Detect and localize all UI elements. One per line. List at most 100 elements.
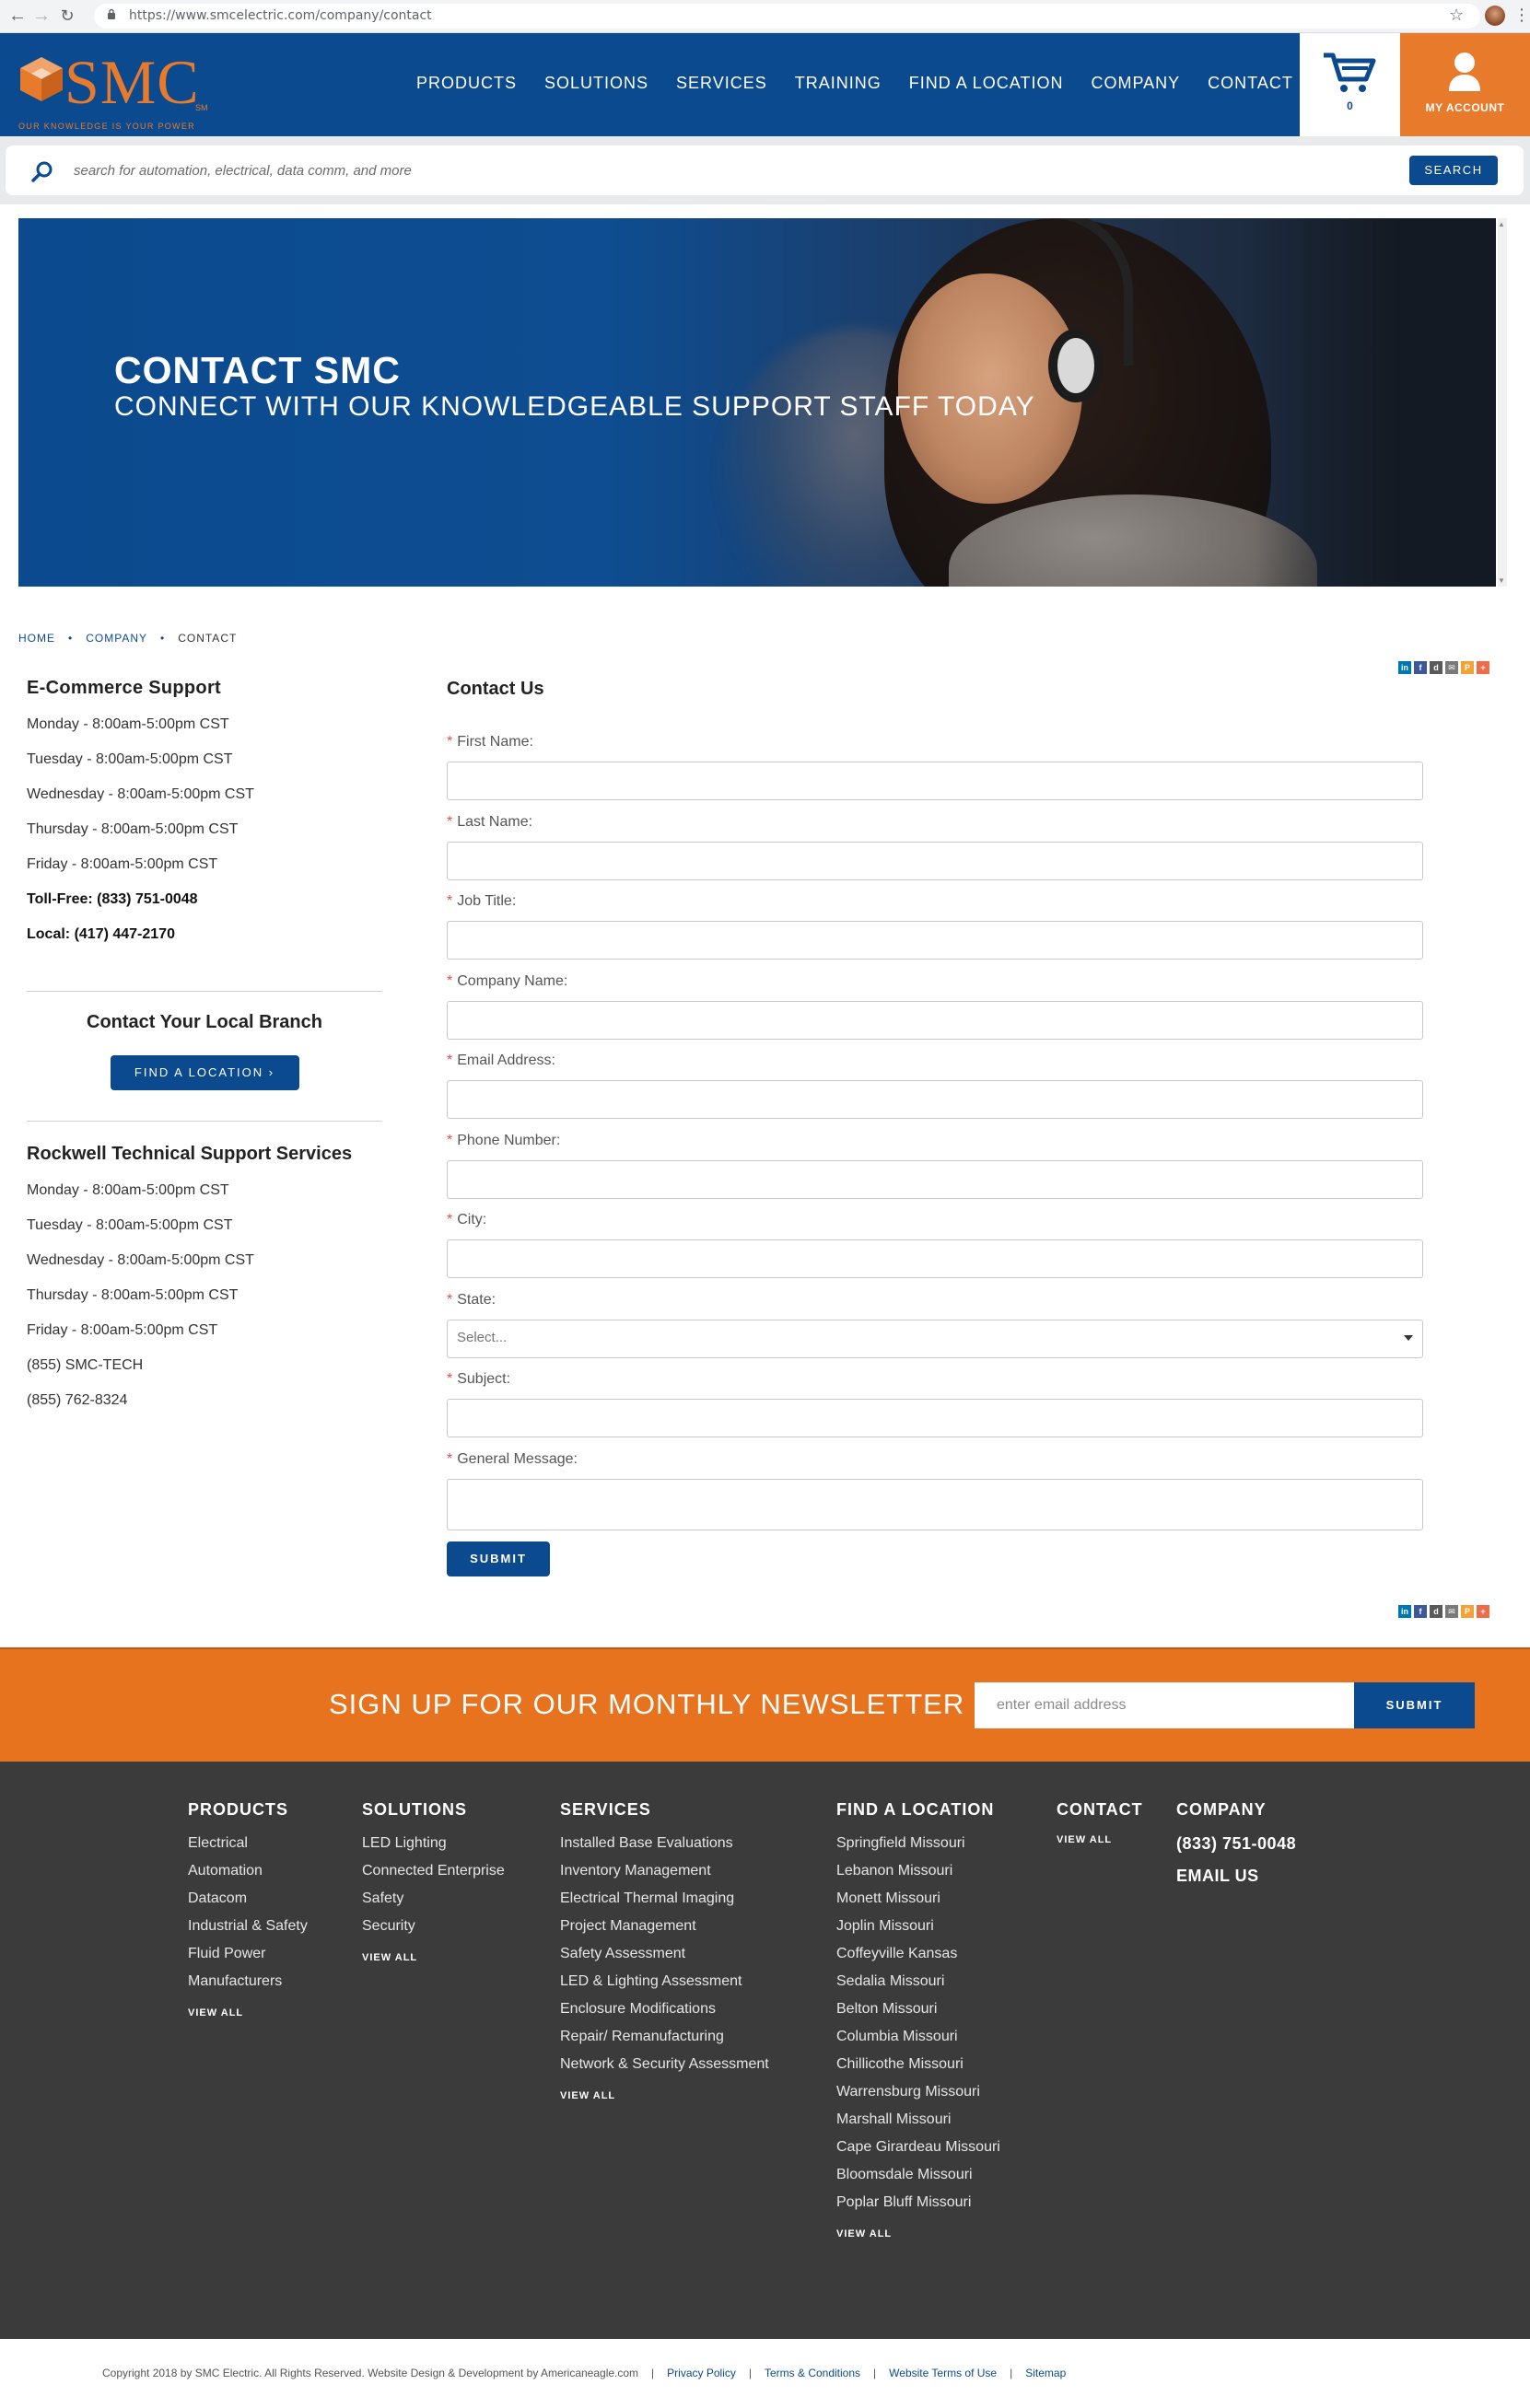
footer-heading[interactable]: SOLUTIONS bbox=[362, 1800, 505, 1820]
footer-heading[interactable]: COMPANY bbox=[1176, 1800, 1296, 1820]
footer-link[interactable]: Enclosure Modifications bbox=[560, 2000, 769, 2028]
browser-menu-icon[interactable]: ⋮ bbox=[1513, 6, 1530, 25]
company-name-input[interactable] bbox=[447, 1001, 1423, 1040]
footer-link[interactable]: Belton Missouri bbox=[836, 2000, 1000, 2028]
profile-avatar[interactable] bbox=[1485, 6, 1505, 26]
plus-icon[interactable]: + bbox=[1477, 1605, 1489, 1618]
footer-link[interactable]: Springfield Missouri bbox=[836, 1834, 1000, 1862]
job-title-input[interactable] bbox=[447, 921, 1423, 960]
rockwell-phone-number[interactable]: (855) 762-8324 bbox=[27, 1391, 395, 1426]
rockwell-phone-text[interactable]: (855) SMC-TECH bbox=[27, 1356, 395, 1391]
search-button[interactable]: SEARCH bbox=[1409, 156, 1498, 185]
footer-link[interactable]: Datacom bbox=[188, 1890, 308, 1917]
address-bar[interactable]: https://www.smcelectric.com/company/cont… bbox=[94, 4, 1480, 29]
view-all-link[interactable]: VIEW ALL bbox=[362, 1952, 505, 1963]
footer-link[interactable]: Monett Missouri bbox=[836, 1890, 1000, 1917]
view-all-link[interactable]: VIEW ALL bbox=[1057, 1834, 1143, 1845]
email-input[interactable] bbox=[447, 1080, 1423, 1119]
newsletter-email-input[interactable] bbox=[975, 1682, 1354, 1728]
footer-heading[interactable]: FIND A LOCATION bbox=[836, 1800, 1000, 1820]
my-account-button[interactable]: MY ACCOUNT bbox=[1400, 33, 1530, 136]
phone-input[interactable] bbox=[447, 1160, 1423, 1199]
footer-heading[interactable]: SERVICES bbox=[560, 1800, 769, 1820]
footer-link[interactable]: Coffeyville Kansas bbox=[836, 1945, 1000, 1972]
breadcrumb-home[interactable]: HOME bbox=[18, 632, 55, 645]
form-submit-button[interactable]: SUBMIT bbox=[447, 1541, 550, 1576]
forward-arrow-icon[interactable]: → bbox=[31, 6, 52, 26]
footer-link[interactable]: Manufacturers bbox=[188, 1972, 308, 2000]
footer-link[interactable]: Connected Enterprise bbox=[362, 1862, 505, 1890]
nav-company[interactable]: COMPANY bbox=[1091, 74, 1180, 93]
company-phone[interactable]: (833) 751-0048 bbox=[1176, 1834, 1296, 1854]
footer-heading[interactable]: CONTACT bbox=[1057, 1800, 1143, 1820]
footer-link[interactable]: Repair/ Remanufacturing bbox=[560, 2028, 769, 2055]
smc-logo[interactable]: SMC SM OUR KNOWLEDGE IS YOUR POWER bbox=[17, 47, 210, 131]
facebook-icon[interactable]: f bbox=[1414, 661, 1427, 674]
subject-input[interactable] bbox=[447, 1399, 1423, 1437]
footer-link[interactable]: Automation bbox=[188, 1862, 308, 1890]
footer-link[interactable]: Cape Girardeau Missouri bbox=[836, 2138, 1000, 2166]
footer-link[interactable]: LED & Lighting Assessment bbox=[560, 1972, 769, 2000]
nav-find-a-location[interactable]: FIND A LOCATION bbox=[909, 74, 1064, 93]
footer-link[interactable]: Warrensburg Missouri bbox=[836, 2083, 1000, 2111]
scroll-down-icon[interactable]: ▼ bbox=[1498, 576, 1505, 585]
print-icon[interactable]: P bbox=[1461, 1605, 1474, 1618]
nav-contact[interactable]: CONTACT bbox=[1208, 74, 1293, 93]
scroll-up-icon[interactable]: ▲ bbox=[1498, 220, 1505, 228]
footer-link[interactable]: LED Lighting bbox=[362, 1834, 505, 1862]
footer-link[interactable]: Network & Security Assessment bbox=[560, 2055, 769, 2083]
linkedin-icon[interactable]: in bbox=[1398, 661, 1411, 674]
footer-link[interactable]: Bloomsdale Missouri bbox=[836, 2166, 1000, 2193]
footer-heading[interactable]: PRODUCTS bbox=[188, 1800, 308, 1820]
local-phone[interactable]: Local: (417) 447-2170 bbox=[27, 925, 382, 960]
email-icon[interactable]: ✉ bbox=[1445, 1605, 1458, 1618]
delicious-icon[interactable]: d bbox=[1430, 1605, 1442, 1618]
plus-icon[interactable]: + bbox=[1477, 661, 1489, 674]
facebook-icon[interactable]: f bbox=[1414, 1605, 1427, 1618]
city-input[interactable] bbox=[447, 1239, 1423, 1278]
footer-link[interactable]: Poplar Bluff Missouri bbox=[836, 2193, 1000, 2221]
view-all-link[interactable]: VIEW ALL bbox=[560, 2090, 769, 2101]
footer-link[interactable]: Project Management bbox=[560, 1917, 769, 1945]
print-icon[interactable]: P bbox=[1461, 661, 1474, 674]
terms-conditions-link[interactable]: Terms & Conditions bbox=[765, 2367, 860, 2379]
cart-button[interactable]: 0 bbox=[1300, 33, 1400, 136]
email-icon[interactable]: ✉ bbox=[1445, 661, 1458, 674]
privacy-policy-link[interactable]: Privacy Policy bbox=[667, 2367, 736, 2379]
nav-products[interactable]: PRODUCTS bbox=[416, 74, 517, 93]
nav-training[interactable]: TRAINING bbox=[795, 74, 882, 93]
linkedin-icon[interactable]: in bbox=[1398, 1605, 1411, 1618]
footer-link[interactable]: Marshall Missouri bbox=[836, 2111, 1000, 2138]
search-icon[interactable] bbox=[31, 160, 53, 182]
footer-link[interactable]: Columbia Missouri bbox=[836, 2028, 1000, 2055]
nav-solutions[interactable]: SOLUTIONS bbox=[544, 74, 648, 93]
state-select[interactable]: Select... bbox=[447, 1320, 1423, 1358]
newsletter-submit-button[interactable]: SUBMIT bbox=[1354, 1682, 1475, 1728]
message-textarea[interactable] bbox=[447, 1479, 1423, 1530]
footer-link[interactable]: Joplin Missouri bbox=[836, 1917, 1000, 1945]
footer-link[interactable]: Fluid Power bbox=[188, 1945, 308, 1972]
find-location-button[interactable]: FIND A LOCATION › bbox=[110, 1055, 299, 1090]
footer-link[interactable]: Security bbox=[362, 1917, 505, 1945]
back-arrow-icon[interactable]: ← bbox=[7, 6, 28, 26]
bookmark-star-icon[interactable]: ☆ bbox=[1449, 6, 1464, 25]
footer-link[interactable]: Installed Base Evaluations bbox=[560, 1834, 769, 1862]
view-all-link[interactable]: VIEW ALL bbox=[188, 2007, 308, 2018]
footer-link[interactable]: Industrial & Safety bbox=[188, 1917, 308, 1945]
delicious-icon[interactable]: d bbox=[1430, 661, 1442, 674]
footer-link[interactable]: Sedalia Missouri bbox=[836, 1972, 1000, 2000]
breadcrumb-company[interactable]: COMPANY bbox=[86, 632, 147, 645]
tollfree-phone[interactable]: Toll-Free: (833) 751-0048 bbox=[27, 890, 382, 925]
footer-link[interactable]: Lebanon Missouri bbox=[836, 1862, 1000, 1890]
nav-services[interactable]: SERVICES bbox=[676, 74, 767, 93]
first-name-input[interactable] bbox=[447, 762, 1423, 800]
sitemap-link[interactable]: Sitemap bbox=[1025, 2367, 1066, 2379]
reload-icon[interactable]: ↻ bbox=[57, 6, 77, 26]
footer-link[interactable]: Electrical bbox=[188, 1834, 308, 1862]
view-all-link[interactable]: VIEW ALL bbox=[836, 2228, 1000, 2239]
website-terms-link[interactable]: Website Terms of Use bbox=[889, 2367, 997, 2379]
footer-link[interactable]: Safety bbox=[362, 1890, 505, 1917]
footer-link[interactable]: Electrical Thermal Imaging bbox=[560, 1890, 769, 1917]
search-input[interactable] bbox=[74, 157, 1345, 184]
footer-link[interactable]: Chillicothe Missouri bbox=[836, 2055, 1000, 2083]
